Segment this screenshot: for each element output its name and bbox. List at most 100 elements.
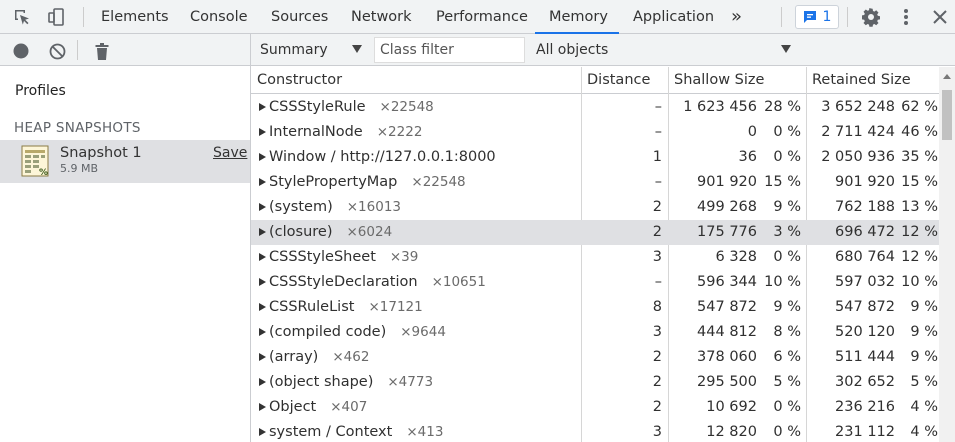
column-header-distance[interactable]: Distance xyxy=(581,67,650,94)
distance-cell: 1 xyxy=(652,149,662,165)
instance-count: ×39 xyxy=(389,249,419,265)
distance-cell: 2 xyxy=(652,399,662,415)
retained-size-cell: 520 120 xyxy=(835,324,895,340)
table-row[interactable]: system / Context ×413 3 12 820 0 % 231 112 4 % xyxy=(251,420,939,442)
shallow-size-cell: 596 344 xyxy=(697,274,757,290)
snapshot-list-item[interactable]: % Snapshot 1 5.9 MB Save xyxy=(0,140,250,183)
instance-count: ×9644 xyxy=(400,324,446,340)
shallow-size-cell: 378 060 xyxy=(697,349,757,365)
expand-triangle-icon[interactable] xyxy=(259,278,266,286)
chevron-down-icon[interactable] xyxy=(781,45,791,53)
clear-icon xyxy=(49,43,65,59)
tab-performance[interactable]: Performance xyxy=(436,0,528,34)
retained-size-cell: 901 920 xyxy=(835,174,895,190)
table-row[interactable]: CSSStyleRule ×22548 – 1 623 456 28 % 3 652 24… xyxy=(251,95,939,120)
inspect-element-icon[interactable] xyxy=(7,0,37,34)
tab-console[interactable]: Console xyxy=(190,0,248,34)
record-button[interactable] xyxy=(10,40,32,62)
constructor-cell: CSSRuleList ×17121 xyxy=(269,295,423,320)
expand-triangle-icon[interactable] xyxy=(259,153,266,161)
constructor-name: (compiled code) xyxy=(269,324,387,340)
instance-count: ×407 xyxy=(330,399,368,415)
tab-application[interactable]: Application xyxy=(633,0,714,34)
retained-size-percent: 62 % xyxy=(901,99,938,115)
constructors-table: Constructor Distance Shallow Size Retain… xyxy=(251,67,955,442)
more-tabs-button[interactable]: » xyxy=(731,0,742,34)
constructor-name: (system) xyxy=(269,199,333,215)
table-row[interactable]: (closure) ×6024 2 175 776 3 % 696 472 12 % xyxy=(251,220,939,245)
retained-size-cell: 696 472 xyxy=(835,224,895,240)
gear-icon[interactable] xyxy=(856,0,886,34)
constructor-cell: (object shape) ×4773 xyxy=(269,370,433,395)
column-header-shallow-size[interactable]: Shallow Size xyxy=(668,67,764,94)
tab-network[interactable]: Network xyxy=(351,0,412,34)
save-snapshot-link[interactable]: Save xyxy=(213,145,247,161)
tab-elements[interactable]: Elements xyxy=(101,0,169,34)
table-row[interactable]: Object ×407 2 10 692 0 % 236 216 4 % xyxy=(251,395,939,420)
scroll-up-arrow-icon[interactable] xyxy=(943,74,951,79)
table-row[interactable]: (system) ×16013 2 499 268 9 % 762 188 13 % xyxy=(251,195,939,220)
constructor-name: Object xyxy=(269,399,317,415)
tab-sources[interactable]: Sources xyxy=(271,0,328,34)
constructor-cell: (compiled code) ×9644 xyxy=(269,320,446,345)
instance-count: ×6024 xyxy=(346,224,393,240)
shallow-size-percent: 5 % xyxy=(773,374,801,390)
instance-count: ×16013 xyxy=(346,199,402,215)
more-options-icon[interactable] xyxy=(891,0,921,34)
expand-triangle-icon[interactable] xyxy=(259,353,266,361)
scrollbar-thumb[interactable] xyxy=(942,90,952,140)
expand-triangle-icon[interactable] xyxy=(259,403,266,411)
instance-count: ×4773 xyxy=(387,374,434,390)
expand-triangle-icon[interactable] xyxy=(259,228,266,236)
expand-triangle-icon[interactable] xyxy=(259,428,266,436)
retained-size-cell: 302 652 xyxy=(835,374,895,390)
tab-memory[interactable]: Memory xyxy=(549,0,608,34)
shallow-size-percent: 0 % xyxy=(773,249,801,265)
expand-triangle-icon[interactable] xyxy=(259,203,266,211)
device-toolbar-icon[interactable] xyxy=(41,0,71,34)
distance-cell: 3 xyxy=(652,249,662,265)
table-row[interactable]: (object shape) ×4773 2 295 500 5 % 302 652 5 % xyxy=(251,370,939,395)
collect-garbage-button[interactable] xyxy=(91,40,113,62)
table-row[interactable]: Window / http://127.0.0.1:8000 1 36 0 % 2 05… xyxy=(251,145,939,170)
expand-triangle-icon[interactable] xyxy=(259,378,266,386)
constructor-cell: (array) ×462 xyxy=(269,345,369,370)
retained-size-percent: 12 % xyxy=(901,249,938,265)
close-icon[interactable] xyxy=(925,0,955,34)
table-row[interactable]: CSSRuleList ×17121 8 547 872 9 % 547 872 9 % xyxy=(251,295,939,320)
constructor-cell: StylePropertyMap ×22548 xyxy=(269,170,466,195)
column-header-retained-size[interactable]: Retained Size xyxy=(806,67,911,94)
expand-triangle-icon[interactable] xyxy=(259,178,266,186)
objects-filter-select[interactable]: All objects xyxy=(536,42,608,58)
expand-triangle-icon[interactable] xyxy=(259,328,266,336)
distance-cell: – xyxy=(654,274,662,290)
table-row[interactable]: StylePropertyMap ×22548 – 901 920 15 % 901 92… xyxy=(251,170,939,195)
vertical-scrollbar[interactable] xyxy=(939,67,955,442)
retained-size-percent: 12 % xyxy=(901,224,938,240)
chevron-down-icon[interactable] xyxy=(352,45,362,53)
table-row[interactable]: CSSStyleDeclaration ×10651 – 596 344 10 % 597… xyxy=(251,270,939,295)
expand-triangle-icon[interactable] xyxy=(259,103,266,111)
expand-triangle-icon[interactable] xyxy=(259,253,266,261)
message-icon xyxy=(803,11,816,23)
issues-counter-button[interactable]: 1 xyxy=(795,5,839,29)
instance-count: ×2222 xyxy=(376,124,423,140)
table-row[interactable]: InternalNode ×2222 – 0 0 % 2 711 424 46 % xyxy=(251,120,939,145)
shallow-size-percent: 9 % xyxy=(773,299,801,315)
expand-triangle-icon[interactable] xyxy=(259,128,266,136)
shallow-size-percent: 28 % xyxy=(764,99,801,115)
expand-triangle-icon[interactable] xyxy=(259,303,266,311)
column-header-constructor[interactable]: Constructor xyxy=(251,67,342,94)
retained-size-cell: 231 112 xyxy=(835,424,895,440)
table-row[interactable]: CSSStyleSheet ×39 3 6 328 0 % 680 764 12 % xyxy=(251,245,939,270)
retained-size-percent: 9 % xyxy=(910,349,938,365)
table-row[interactable]: (array) ×462 2 378 060 6 % 511 444 9 % xyxy=(251,345,939,370)
constructor-name: CSSStyleDeclaration xyxy=(269,274,418,290)
instance-count: ×413 xyxy=(406,424,444,440)
table-row[interactable]: (compiled code) ×9644 3 444 812 8 % 520 120 9 … xyxy=(251,320,939,345)
distance-cell: – xyxy=(654,99,662,115)
constructor-name: Window / http://127.0.0.1:8000 xyxy=(269,149,496,165)
class-filter-input[interactable] xyxy=(374,37,525,63)
view-mode-select[interactable]: Summary xyxy=(260,42,328,58)
clear-all-button[interactable] xyxy=(46,40,68,62)
